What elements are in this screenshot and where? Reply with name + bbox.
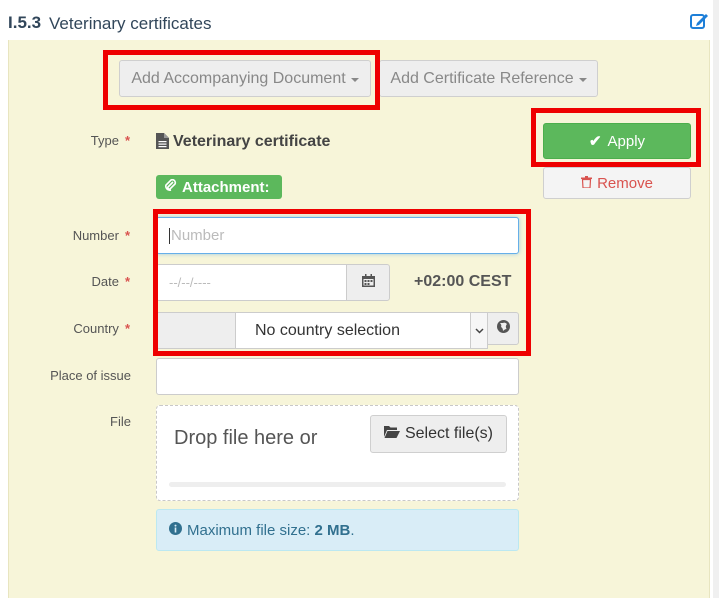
info-value: 2 MB — [314, 521, 351, 539]
caret-down-icon — [578, 77, 587, 82]
info-suffix: . — [350, 521, 355, 539]
paperclip-icon — [164, 178, 177, 196]
remove-button[interactable]: Remove — [543, 167, 691, 199]
max-file-size-info: Maximum file size: 2 MB. — [156, 509, 519, 551]
place-of-issue-input[interactable] — [156, 358, 519, 395]
drop-text: Drop file here or — [174, 427, 318, 449]
highlight-box-add-document — [103, 50, 380, 110]
folder-open-icon — [383, 425, 400, 443]
country-label: Country * — [73, 321, 130, 336]
upload-progress-bar — [169, 482, 506, 487]
file-label: File — [110, 414, 131, 429]
info-prefix: Maximum file size: — [187, 521, 311, 539]
date-label: Date * — [91, 274, 130, 289]
section-number: I.5.3 — [8, 13, 42, 32]
file-text-icon — [156, 133, 170, 149]
scrollbar[interactable] — [713, 0, 719, 598]
edit-icon[interactable] — [689, 11, 709, 31]
attachment-badge: Attachment: — [156, 175, 282, 199]
info-circle-icon — [169, 521, 182, 539]
type-label: Type * — [90, 133, 130, 148]
add-reference-label: Add Certificate Reference — [390, 69, 574, 87]
select-files-label: Select file(s) — [404, 425, 494, 442]
highlight-box-fields — [153, 209, 531, 356]
attachment-label: Attachment: — [182, 178, 270, 196]
type-value: Veterinary certificate — [173, 133, 331, 150]
trash-icon — [581, 175, 593, 192]
add-certificate-reference-button[interactable]: Add Certificate Reference — [379, 60, 598, 97]
section-title: Veterinary certificates — [49, 14, 212, 33]
select-files-button[interactable]: Select file(s) — [370, 415, 507, 453]
highlight-box-apply — [531, 108, 701, 167]
number-label: Number * — [72, 228, 130, 243]
place-of-issue-label: Place of issue — [50, 368, 131, 383]
remove-label: Remove — [597, 174, 653, 192]
